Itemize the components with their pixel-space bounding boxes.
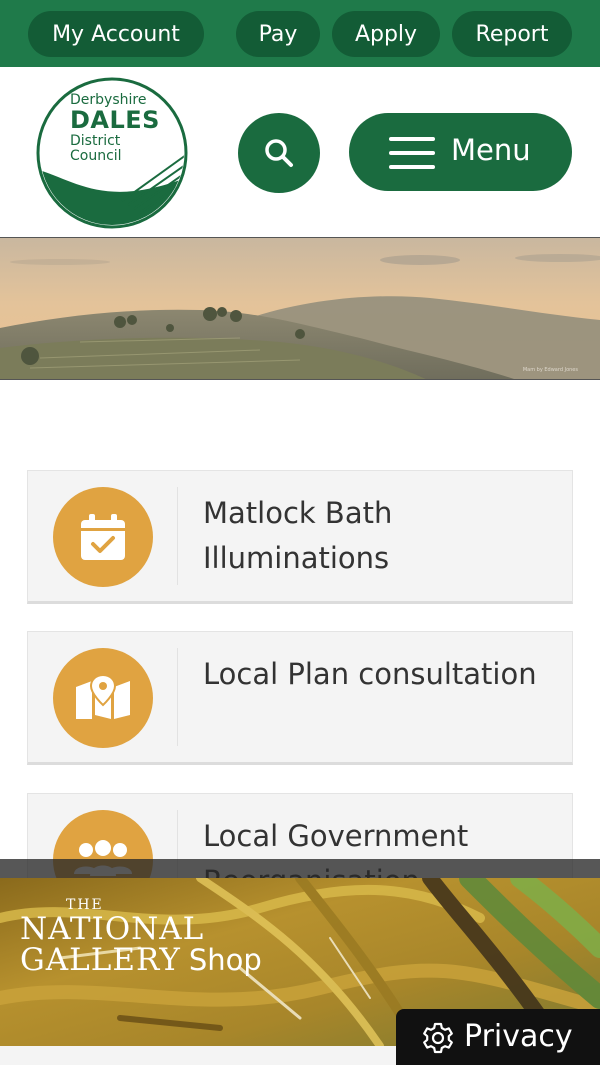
- map-pin-icon: [76, 675, 130, 719]
- ad-logo: THE NATIONAL GALLERY Shop: [20, 898, 262, 976]
- report-link[interactable]: Report: [452, 11, 572, 57]
- privacy-settings-button[interactable]: Privacy: [396, 1009, 600, 1065]
- logo-line-derbyshire: Derbyshire: [70, 92, 147, 108]
- pay-link[interactable]: Pay: [236, 11, 320, 57]
- council-logo[interactable]: Derbyshire DALES District Council: [36, 77, 188, 229]
- logo-line-district: District: [70, 133, 121, 149]
- site-header: Derbyshire DALES District Council Menu: [0, 67, 600, 237]
- gear-icon: [423, 1022, 453, 1054]
- privacy-label: Privacy: [464, 1019, 573, 1054]
- menu-button[interactable]: Menu: [349, 113, 572, 191]
- search-icon: [265, 139, 293, 167]
- logo-line-dales: DALES: [70, 106, 160, 134]
- ad-national: NATIONAL: [20, 911, 205, 947]
- search-button[interactable]: [238, 113, 320, 193]
- card-local-plan-consultation[interactable]: Local Plan consultation: [27, 631, 573, 765]
- logo-line-council: Council: [70, 148, 122, 164]
- hamburger-icon: [389, 137, 435, 169]
- hero-landscape-image: Mam by Edward Jones: [0, 237, 600, 380]
- ad-shop: Shop: [188, 943, 262, 977]
- logo-wordmark: Derbyshire DALES District Council: [70, 93, 160, 163]
- card-divider: [177, 487, 178, 585]
- apply-link[interactable]: Apply: [332, 11, 440, 57]
- photo-credit: Mam by Edward Jones: [522, 367, 578, 373]
- card-matlock-bath-illuminations[interactable]: Matlock Bath Illuminations: [27, 470, 573, 604]
- card-title[interactable]: Matlock Bath Illuminations: [203, 491, 543, 581]
- card-divider: [177, 648, 178, 746]
- card-icon-badge: [53, 648, 153, 748]
- card-title[interactable]: Local Plan consultation: [203, 652, 543, 697]
- my-account-link[interactable]: My Account: [28, 11, 204, 57]
- ad-the: THE: [66, 897, 104, 913]
- hero-scene: [0, 238, 600, 379]
- menu-label: Menu: [451, 133, 531, 167]
- ad-gallery: GALLERY: [20, 942, 181, 978]
- card-icon-badge: [53, 487, 153, 587]
- top-utility-bar: My Account Pay Apply Report: [0, 0, 600, 67]
- ad-top-strip: [0, 859, 600, 879]
- calendar-check-icon: [81, 514, 125, 560]
